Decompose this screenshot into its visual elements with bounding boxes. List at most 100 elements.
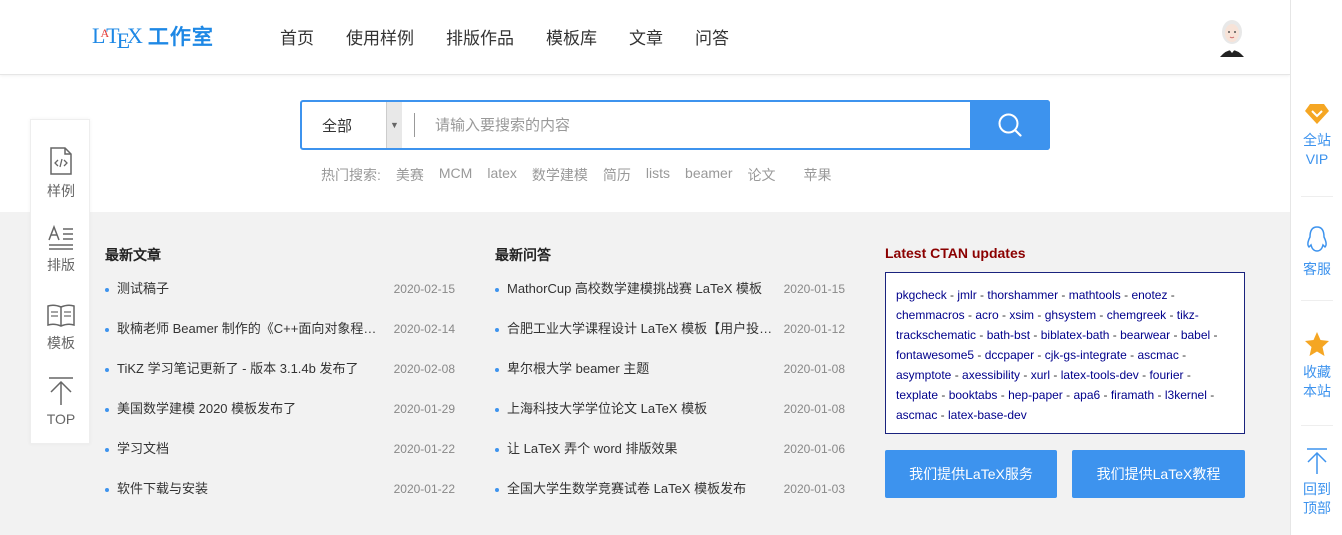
item-title[interactable]: 合肥工业大学课程设计 LaTeX 模板【用户投稿】: [507, 321, 776, 361]
hot-term[interactable]: latex: [487, 165, 517, 185]
ctan-package-link[interactable]: firamath: [1111, 388, 1154, 402]
nav-articles[interactable]: 文章: [629, 24, 663, 49]
ctan-package-link[interactable]: fontawesome5: [896, 348, 974, 362]
ctan-package-link[interactable]: acro: [975, 308, 998, 322]
item-date: 2020-02-15: [393, 282, 455, 296]
quick-typesetting[interactable]: 排版: [31, 224, 91, 275]
ctan-package-link[interactable]: babel: [1181, 328, 1210, 342]
list-item[interactable]: 测试稿子 2020-02-15: [105, 281, 455, 321]
ctan-package-link[interactable]: bath-bst: [987, 328, 1030, 342]
list-item[interactable]: 软件下载与安装 2020-01-22: [105, 481, 455, 521]
list-item[interactable]: 合肥工业大学课程设计 LaTeX 模板【用户投稿】 2020-01-12: [495, 321, 845, 361]
nav-home[interactable]: 首页: [280, 24, 314, 49]
list-item[interactable]: TiKZ 学习笔记更新了 - 版本 3.1.4b 发布了 2020-02-08: [105, 361, 455, 401]
item-date: 2020-01-08: [783, 402, 845, 416]
ctan-package-link[interactable]: xurl: [1031, 368, 1050, 382]
hot-term[interactable]: 苹果: [804, 165, 832, 185]
hot-term[interactable]: 论文: [748, 165, 776, 185]
item-title[interactable]: 软件下载与安装: [117, 481, 386, 521]
nav-templates[interactable]: 模板库: [546, 24, 597, 49]
diamond-icon: [1305, 104, 1329, 124]
list-item[interactable]: 上海科技大学学位论文 LaTeX 模板 2020-01-08: [495, 401, 845, 441]
nav-qa[interactable]: 问答: [695, 24, 729, 49]
sidebar-vip[interactable]: 全站 VIP: [1291, 100, 1342, 169]
hot-term[interactable]: beamer: [685, 165, 732, 185]
latest-articles-title: 最新文章: [105, 247, 161, 263]
ctan-package-link[interactable]: asymptote: [896, 368, 951, 382]
list-item[interactable]: 美国数学建模 2020 模板发布了 2020-01-29: [105, 401, 455, 441]
latex-service-button[interactable]: 我们提供LaTeX服务: [885, 450, 1057, 498]
ctan-package-link[interactable]: hep-paper: [1008, 388, 1063, 402]
site-header: LATEX 工作室 首页 使用样例 排版作品 模板库 文章 问答: [0, 0, 1290, 75]
nav-examples[interactable]: 使用样例: [346, 24, 414, 49]
ctan-package-link[interactable]: texplate: [896, 388, 938, 402]
separator: -: [1030, 328, 1041, 342]
ctan-package-link[interactable]: chemgreek: [1107, 308, 1166, 322]
ctan-package-link[interactable]: thorshammer: [987, 288, 1058, 302]
ctan-package-link[interactable]: enotez: [1131, 288, 1167, 302]
nav-works[interactable]: 排版作品: [446, 24, 514, 49]
sidebar-customer-service[interactable]: 客服: [1291, 225, 1342, 279]
list-item[interactable]: 学习文档 2020-01-22: [105, 441, 455, 481]
ctan-package-link[interactable]: dccpaper: [985, 348, 1034, 362]
search-input[interactable]: [415, 102, 970, 148]
ctan-package-link[interactable]: chemmacros: [896, 308, 965, 322]
item-title[interactable]: 全国大学生数学竞赛试卷 LaTeX 模板发布: [507, 481, 776, 521]
list-item[interactable]: 全国大学生数学竞赛试卷 LaTeX 模板发布 2020-01-03: [495, 481, 845, 521]
ctan-package-link[interactable]: bearwear: [1120, 328, 1170, 342]
list-item[interactable]: 让 LaTeX 弄个 word 排版效果 2020-01-06: [495, 441, 845, 481]
item-title[interactable]: 让 LaTeX 弄个 word 排版效果: [507, 441, 776, 481]
qq-penguin-icon: [1307, 226, 1327, 252]
hot-label: 热门搜索:: [321, 167, 381, 183]
search-button[interactable]: [970, 100, 1050, 150]
item-title[interactable]: MathorCup 高校数学建模挑战赛 LaTeX 模板: [507, 281, 776, 321]
hot-term[interactable]: lists: [646, 165, 670, 185]
item-title[interactable]: 学习文档: [117, 441, 386, 481]
ctan-package-link[interactable]: latex-base-dev: [948, 408, 1027, 422]
item-title[interactable]: 上海科技大学学位论文 LaTeX 模板: [507, 401, 776, 441]
ctan-package-link[interactable]: pkgcheck: [896, 288, 947, 302]
item-title[interactable]: 卑尔根大学 beamer 主题: [507, 361, 776, 401]
hot-term[interactable]: 简历: [603, 165, 631, 185]
ctan-package-link[interactable]: l3kernel: [1165, 388, 1207, 402]
arrow-up-icon: [49, 377, 73, 405]
ctan-package-link[interactable]: biblatex-bath: [1041, 328, 1110, 342]
divider: [1301, 425, 1333, 426]
sidebar-back-to-top[interactable]: 回到 顶部: [1291, 447, 1342, 518]
separator: -: [1138, 368, 1150, 382]
ctan-package-link[interactable]: apa6: [1073, 388, 1100, 402]
ctan-package-link[interactable]: xsim: [1009, 308, 1034, 322]
hot-term[interactable]: MCM: [439, 165, 472, 185]
quick-examples[interactable]: 样例: [31, 146, 91, 201]
separator: -: [1058, 288, 1069, 302]
ctan-package-link[interactable]: ascmac: [1137, 348, 1178, 362]
item-title[interactable]: 测试稿子: [117, 281, 386, 321]
ctan-package-link[interactable]: mathtools: [1069, 288, 1121, 302]
item-title[interactable]: TiKZ 学习笔记更新了 - 版本 3.1.4b 发布了: [117, 361, 386, 401]
item-title[interactable]: 耿楠老师 Beamer 制作的《C++面向对象程序设计》: [117, 321, 386, 361]
list-item[interactable]: 卑尔根大学 beamer 主题 2020-01-08: [495, 361, 845, 401]
list-item[interactable]: MathorCup 高校数学建模挑战赛 LaTeX 模板 2020-01-15: [495, 281, 845, 321]
ctan-package-link[interactable]: ghsystem: [1045, 308, 1096, 322]
ctan-package-link[interactable]: booktabs: [949, 388, 998, 402]
ctan-package-link[interactable]: fourier: [1149, 368, 1183, 382]
list-item[interactable]: 耿楠老师 Beamer 制作的《C++面向对象程序设计》 2020-02-14: [105, 321, 455, 361]
separator: -: [976, 288, 988, 302]
search-category-select[interactable]: 全部 ▼: [302, 102, 402, 148]
latex-tutorial-button[interactable]: 我们提供LaTeX教程: [1072, 450, 1245, 498]
site-logo[interactable]: LATEX 工作室: [92, 20, 214, 53]
item-date: 2020-01-06: [783, 442, 845, 456]
ctan-package-link[interactable]: latex-tools-dev: [1061, 368, 1139, 382]
chevron-down-icon[interactable]: ▼: [386, 102, 402, 148]
ctan-package-link[interactable]: axessibility: [962, 368, 1020, 382]
sidebar-favorite[interactable]: 收藏 本站: [1291, 330, 1342, 401]
ctan-package-link[interactable]: jmlr: [957, 288, 976, 302]
ctan-package-link[interactable]: cjk-gs-integrate: [1045, 348, 1127, 362]
ctan-package-link[interactable]: ascmac: [896, 408, 937, 422]
quick-top[interactable]: TOP: [31, 376, 91, 427]
quick-templates[interactable]: 模板: [31, 302, 91, 353]
item-title[interactable]: 美国数学建模 2020 模板发布了: [117, 401, 386, 441]
hot-term[interactable]: 数学建模: [532, 165, 588, 185]
hot-term[interactable]: 美赛: [396, 165, 424, 185]
user-avatar[interactable]: [1215, 17, 1249, 57]
